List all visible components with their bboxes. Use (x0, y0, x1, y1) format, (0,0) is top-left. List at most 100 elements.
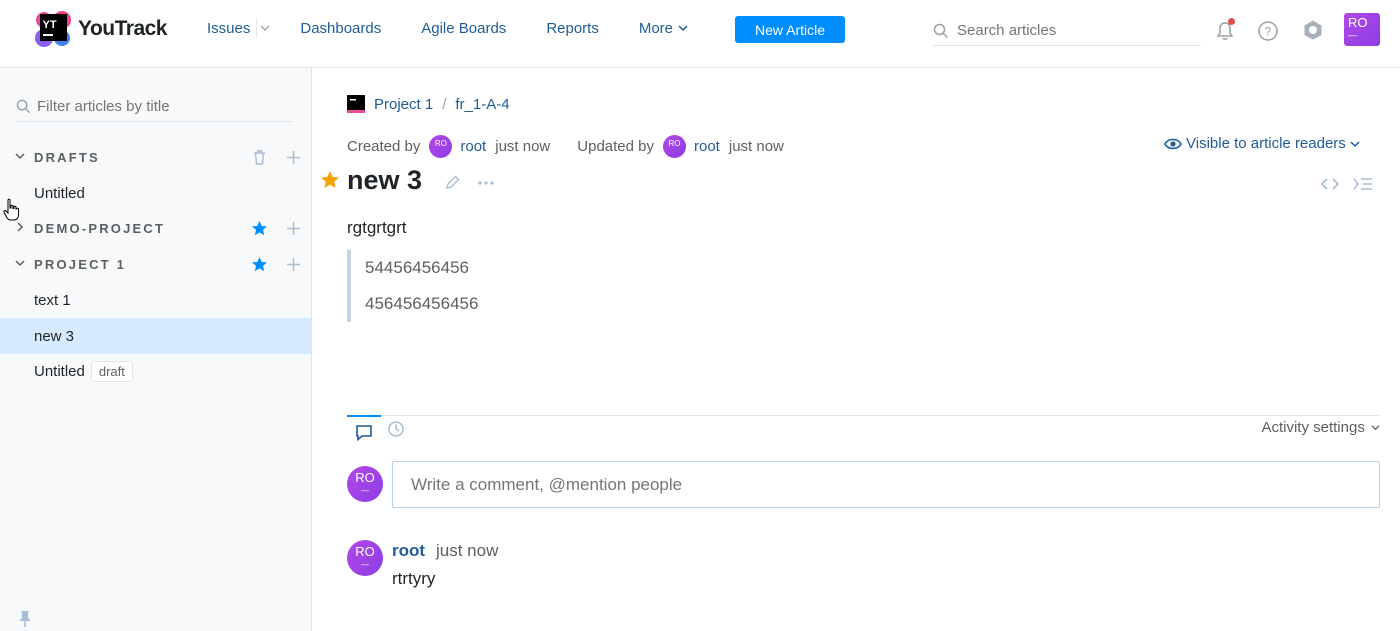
comment-author-link[interactable]: root (392, 541, 425, 561)
pencil-icon[interactable] (444, 174, 461, 191)
comment-text: rtrtyry (392, 569, 436, 588)
draft-badge: draft (90, 360, 133, 382)
created-user-link[interactable]: root (460, 138, 486, 155)
article-item[interactable]: Untitled (0, 175, 311, 211)
top-header: YT YouTrack Issues Dashboards Agile Boar… (0, 0, 1400, 68)
group-title: DRAFTS (34, 149, 100, 165)
chevron-down-icon[interactable] (14, 257, 26, 269)
updated-user-link[interactable]: root (694, 138, 720, 155)
avatar: RO — (347, 466, 383, 502)
comment-box (392, 461, 1380, 508)
search-icon (933, 23, 949, 38)
article-item-label: Untitled (34, 362, 85, 380)
pin-icon[interactable] (18, 610, 32, 628)
nav-more[interactable]: More (639, 20, 688, 37)
avatar: RO (429, 135, 453, 158)
activity-settings-dropdown[interactable]: Activity settings (1261, 419, 1380, 436)
avatar-sub: — (361, 560, 369, 569)
table-of-contents-icon[interactable] (1353, 176, 1373, 192)
breadcrumb-separator: / (442, 95, 447, 113)
avatar-sub: — (361, 486, 369, 495)
blockquote: 54456456456 456456456456 (347, 250, 647, 322)
trash-icon[interactable] (251, 149, 268, 166)
group-drafts[interactable]: DRAFTS (0, 139, 311, 175)
chevron-down-icon (1350, 140, 1360, 147)
help-icon[interactable]: ? (1256, 18, 1280, 42)
article-main: Project 1 / fr_1-A-4 Created by RO root … (312, 68, 1400, 631)
more-horizontal-icon[interactable] (477, 174, 495, 191)
youtrack-logo-icon: YT (34, 10, 72, 48)
search-input[interactable] (957, 22, 1187, 39)
group-title: PROJECT 1 (34, 256, 127, 272)
project-icon (347, 95, 365, 113)
filter-input[interactable] (37, 98, 287, 115)
filter-bar (16, 92, 293, 122)
chevron-down-icon (1371, 425, 1380, 431)
activity-bar: Activity settings (347, 415, 1380, 447)
app-name: YouTrack (78, 17, 167, 40)
search-bar (933, 16, 1201, 46)
plus-icon[interactable] (285, 256, 302, 273)
gear-icon[interactable] (1301, 18, 1325, 42)
tab-comments[interactable] (347, 415, 381, 445)
user-avatar-initials: RO (1348, 15, 1368, 30)
updated-time: just now (728, 138, 784, 155)
search-icon (16, 99, 31, 114)
nav-more-label: More (638, 19, 674, 37)
avatar: RO (663, 135, 686, 158)
nav-issues-label: Issues (207, 19, 251, 37)
article-body-text: rgtgrtgrt (347, 218, 407, 237)
article-title: new 3 (347, 165, 423, 195)
star-icon[interactable] (320, 170, 340, 190)
avatar: RO — (347, 540, 383, 576)
plus-icon[interactable] (285, 220, 302, 237)
nav-agile-boards[interactable]: Agile Boards (421, 20, 506, 37)
chevron-down-icon[interactable] (260, 23, 270, 33)
created-time: just now (495, 138, 551, 155)
breadcrumb: Project 1 / fr_1-A-4 (347, 95, 510, 113)
comment-icon (356, 425, 372, 441)
star-icon[interactable] (251, 220, 268, 237)
breadcrumb-project[interactable]: Project 1 (374, 96, 433, 113)
comment-input[interactable] (411, 474, 1361, 495)
nav-reports[interactable]: Reports (546, 20, 599, 37)
chevron-down-icon[interactable] (14, 150, 26, 162)
hand-cursor-icon (3, 198, 19, 221)
main-nav: Issues Dashboards Agile Boards Reports M… (207, 18, 728, 38)
user-avatar-sub: — (1348, 30, 1357, 40)
chevron-right-icon[interactable] (14, 221, 26, 233)
blockquote-line: 456456456456 (365, 294, 479, 313)
group-title: DEMO-PROJECT (34, 220, 166, 236)
group-project-1[interactable]: PROJECT 1 (0, 246, 311, 282)
new-article-button[interactable]: New Article (735, 16, 845, 43)
article-item-selected[interactable]: new 3 (0, 318, 311, 354)
group-demo-project[interactable]: DEMO-PROJECT (0, 210, 311, 246)
visibility-label: Visible to article readers (1186, 135, 1346, 152)
visibility-dropdown[interactable]: Visible to article readers (1164, 135, 1360, 152)
chevron-down-icon (678, 25, 688, 32)
activity-settings-label: Activity settings (1261, 419, 1365, 436)
created-label: Created by (347, 138, 421, 155)
article-item[interactable]: text 1 (0, 282, 311, 318)
article-item-label: Untitled (34, 184, 85, 202)
blockquote-line: 54456456456 (365, 258, 470, 277)
plus-icon[interactable] (285, 149, 302, 166)
article-item[interactable]: Untitled draft (0, 353, 311, 389)
articles-sidebar: DRAFTS Untitled DEMO-PROJECT PROJECT 1 t… (0, 68, 312, 631)
star-icon[interactable] (251, 256, 268, 273)
avatar-initials: RO (355, 470, 375, 485)
eye-icon (1164, 138, 1182, 149)
notifications-bell-icon[interactable] (1213, 18, 1237, 42)
comment-time: just now (436, 541, 499, 560)
user-avatar[interactable]: RO — (1344, 13, 1380, 46)
updated-label: Updated by (577, 138, 654, 155)
nav-issues[interactable]: Issues (207, 18, 270, 38)
code-icon[interactable] (1320, 176, 1340, 192)
article-meta: Created by RO root just now Updated by R… (347, 135, 784, 158)
nav-dashboards[interactable]: Dashboards (300, 20, 381, 37)
avatar-initials: RO (355, 544, 375, 559)
history-clock-icon[interactable] (387, 420, 405, 438)
svg-text:YT: YT (43, 19, 57, 31)
breadcrumb-article-id[interactable]: fr_1-A-4 (455, 96, 509, 113)
youtrack-logo[interactable]: YT YouTrack (34, 10, 167, 48)
